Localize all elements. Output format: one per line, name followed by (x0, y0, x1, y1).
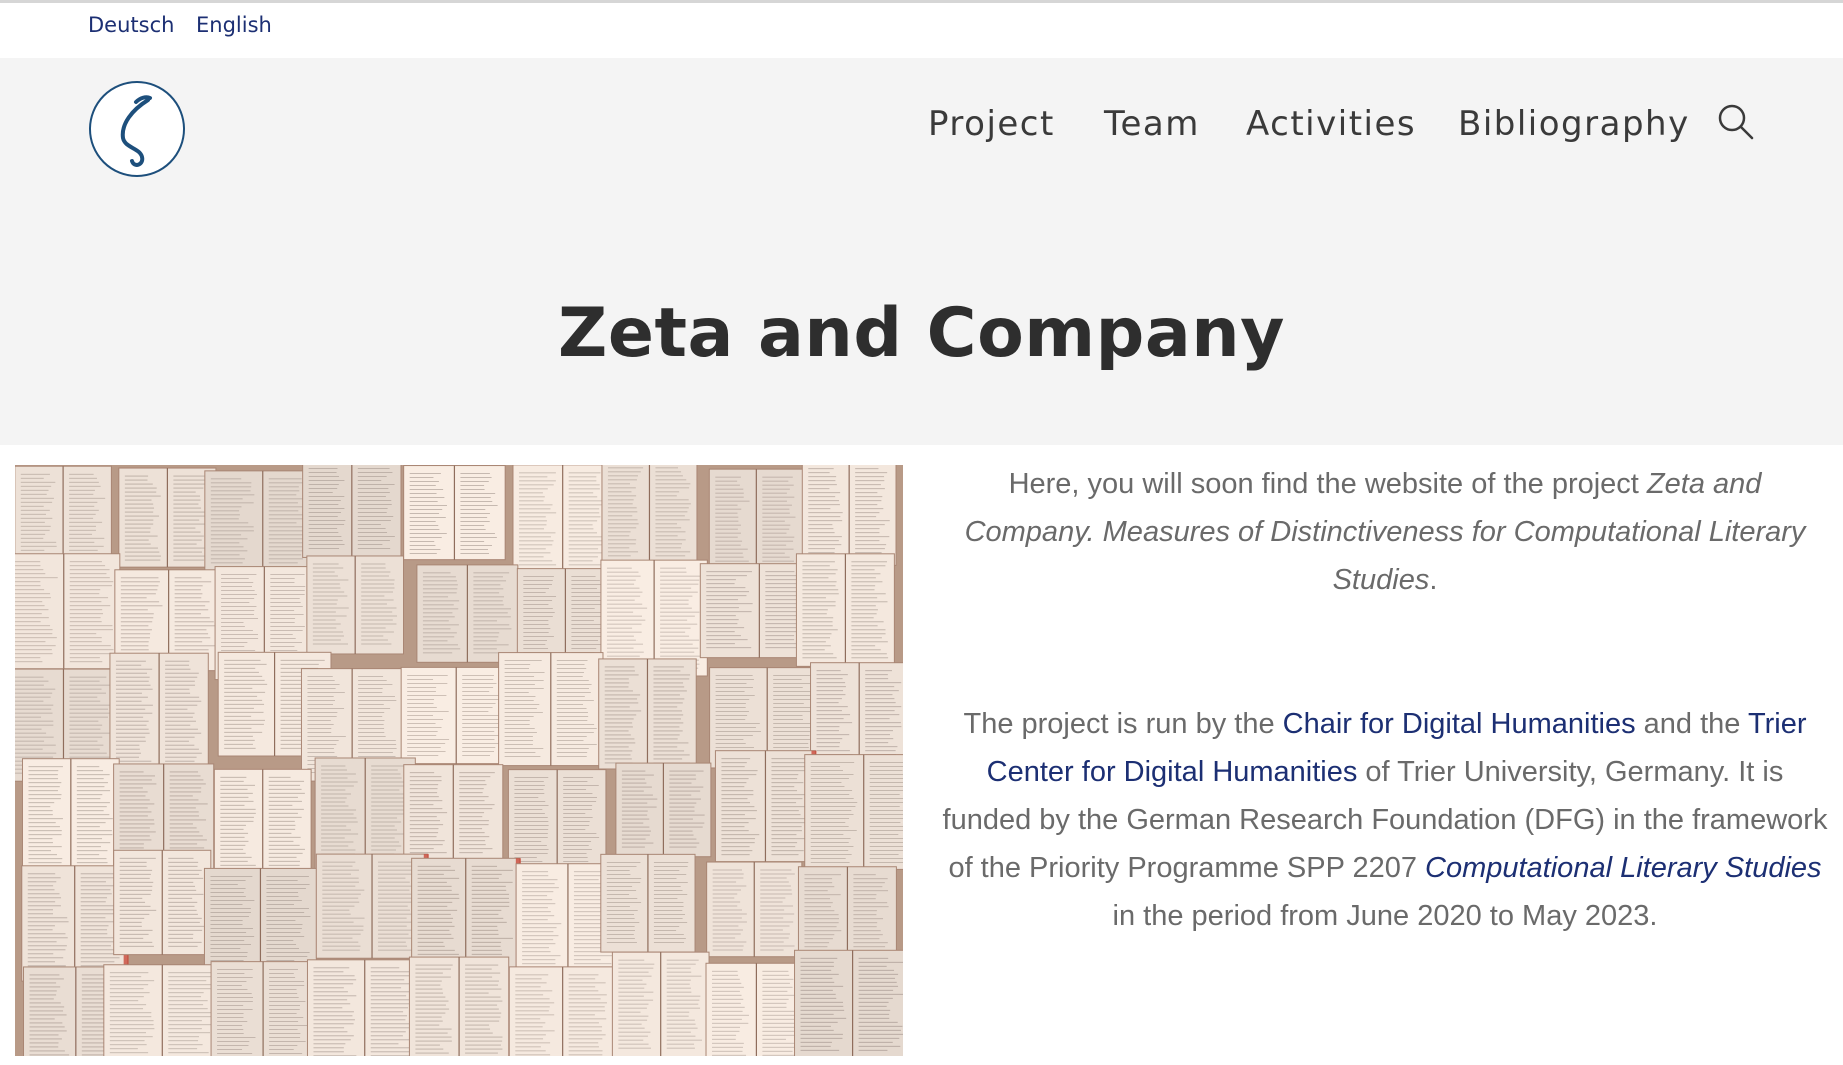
site-logo[interactable] (88, 80, 186, 178)
language-bar: Deutsch English (0, 3, 1843, 58)
open-books-photo-icon (15, 465, 903, 1056)
funding-paragraph: The project is run by the Chair for Digi… (940, 700, 1830, 940)
nav-project[interactable]: Project (928, 104, 1055, 144)
funding-text-d: in the period from June 2020 to May 2023… (1112, 900, 1658, 932)
link-chair-dh[interactable]: Chair for Digital Humanities (1283, 708, 1636, 740)
intro-content: Here, you will soon find the website of … (940, 460, 1830, 940)
intro-text: Here, you will soon find the website of … (1008, 468, 1647, 500)
funding-text-b: and the (1635, 708, 1748, 740)
intro-text-end: . (1429, 564, 1438, 596)
search-icon (1718, 104, 1754, 140)
intro-paragraph: Here, you will soon find the website of … (940, 460, 1830, 604)
nav-team[interactable]: Team (1104, 104, 1200, 144)
hero-image (15, 465, 903, 1056)
language-link-deutsch[interactable]: Deutsch (88, 13, 174, 37)
page-title: Zeta and Company (558, 294, 1285, 373)
search-button[interactable] (1716, 102, 1756, 142)
nav-activities[interactable]: Activities (1246, 104, 1416, 144)
link-computational-literary-studies[interactable]: Computational Literary Studies (1425, 852, 1822, 884)
site-header: Project Team Activities Bibliography Zet… (0, 58, 1843, 445)
zeta-logo-icon (89, 81, 185, 177)
funding-text-a: The project is run by the (963, 708, 1283, 740)
nav-bibliography[interactable]: Bibliography (1458, 104, 1690, 144)
language-link-english[interactable]: English (196, 13, 272, 37)
